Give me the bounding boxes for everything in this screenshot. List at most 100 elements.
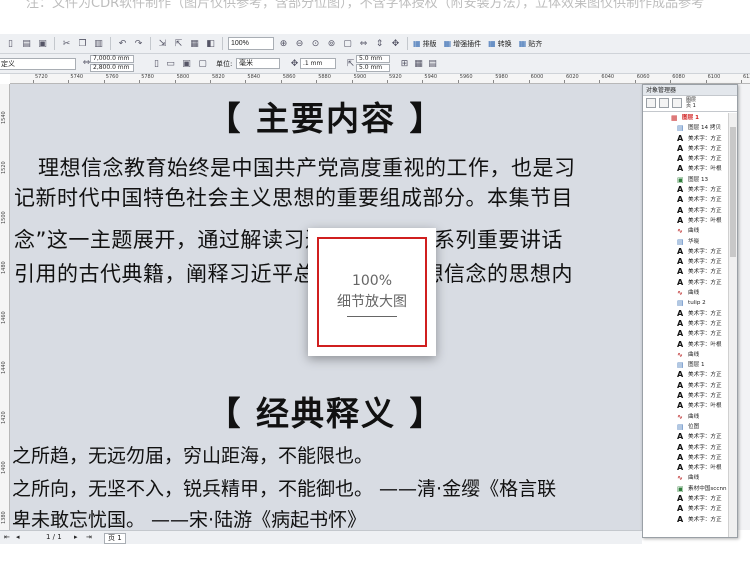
object-row[interactable]: A 美术字：方正: [643, 195, 729, 205]
object-row[interactable]: A 美术字：方正: [643, 144, 729, 154]
object-row[interactable]: A 美术字：方正: [643, 370, 729, 380]
text-object-icon: A: [677, 257, 684, 267]
pan-icon[interactable]: ✥: [389, 37, 402, 50]
snap-button[interactable]: ▦ 贴齐: [519, 39, 543, 49]
object-row[interactable]: ▣ 素材中国sccnn: [643, 484, 729, 494]
object-row[interactable]: A 美术字：方正: [643, 453, 729, 463]
redo-icon[interactable]: ↷: [132, 37, 145, 50]
export-icon[interactable]: ⇱: [172, 37, 185, 50]
object-row[interactable]: A 美术字：方正: [643, 257, 729, 267]
zoom-out-icon[interactable]: ⊖: [293, 37, 306, 50]
object-row[interactable]: A 美术字：方正: [643, 206, 729, 216]
object-row[interactable]: A 美术字：方正: [643, 309, 729, 319]
prev-page-icon[interactable]: ◂: [16, 533, 20, 541]
object-row[interactable]: A 美术字：叶根: [643, 216, 729, 226]
text-object-icon: A: [677, 195, 684, 205]
current-page-icon[interactable]: ▢: [196, 57, 209, 70]
last-page-icon[interactable]: ⇥: [86, 533, 92, 541]
convert-button[interactable]: ▦ 转换: [488, 39, 512, 49]
zoom-selected-icon[interactable]: ⊙: [309, 37, 322, 50]
publish-pdf-icon[interactable]: ▦: [188, 37, 201, 50]
zoom-width-icon[interactable]: ⇔: [357, 37, 370, 50]
zoom-level-select[interactable]: 100%: [228, 37, 274, 50]
object-row[interactable]: A 美术字：方正: [643, 267, 729, 277]
object-row[interactable]: A 美术字：方正: [643, 515, 729, 525]
duplicate-x-input[interactable]: 5.0 mm: [356, 55, 390, 63]
zoom-page-icon[interactable]: ▢: [341, 37, 354, 50]
snap-to-icon[interactable]: ⊞: [398, 57, 411, 70]
settings-icon[interactable]: ▤: [426, 57, 439, 70]
text-object-icon: A: [677, 504, 684, 514]
cut-icon[interactable]: ✂: [60, 37, 73, 50]
text-object-icon: A: [677, 308, 684, 318]
object-row[interactable]: A 美术字：方正: [643, 247, 729, 257]
object-tree: ▦ 图层 1 ▤ 图层 14 拷贝 A 美术字：方正 A 美术字：方正 A 美术字：方正 A 美术字：…: [643, 113, 729, 525]
zoom-height-icon[interactable]: ⇕: [373, 37, 386, 50]
page-tab-1[interactable]: 页 1: [104, 533, 126, 544]
import-icon[interactable]: ⇲: [156, 37, 169, 50]
arrange-button[interactable]: ▦ 排版: [413, 39, 437, 49]
object-row[interactable]: A 美术字：方正: [643, 154, 729, 164]
zoom-all-icon[interactable]: ⊚: [325, 37, 338, 50]
object-row[interactable]: ∿ 曲线: [643, 412, 729, 422]
object-row[interactable]: A 美术字：方正: [643, 504, 729, 514]
layer-row[interactable]: ▦ 图层 1: [643, 113, 729, 123]
object-row[interactable]: A 美术字：方正: [643, 278, 729, 288]
duplicate-y-input[interactable]: 5.0 mm: [356, 64, 390, 72]
paste-icon[interactable]: ▥: [92, 37, 105, 50]
object-row[interactable]: A 美术字：叶根: [643, 463, 729, 473]
object-row[interactable]: A 美术字：叶根: [643, 340, 729, 350]
object-row[interactable]: A 美术字：方正: [643, 329, 729, 339]
object-row[interactable]: ▤ 位图: [643, 422, 729, 432]
all-pages-icon[interactable]: ▣: [180, 57, 193, 70]
unit-select[interactable]: 毫米: [236, 58, 280, 69]
object-row[interactable]: A 美术字：方正: [643, 443, 729, 453]
options-icon[interactable]: ▦: [412, 57, 425, 70]
open-file-icon[interactable]: ▤: [20, 37, 33, 50]
object-row[interactable]: ▤ tulip 2: [643, 298, 729, 308]
object-row[interactable]: A 美术字：叶根: [643, 164, 729, 174]
page-preset-select[interactable]: 定义: [0, 58, 76, 70]
first-page-icon[interactable]: ⇤: [4, 533, 10, 541]
horizontal-ruler[interactable]: 5720 5740 5760 5780 5800 5820 5840 5860 5880 5900…: [10, 74, 750, 84]
page-height-input[interactable]: 2,800.0 mm: [90, 64, 134, 72]
object-row[interactable]: ∿ 曲线: [643, 350, 729, 360]
vertical-ruler[interactable]: 1540 1520 1500 1480 1460 1440 1420 1400 1380: [0, 84, 10, 530]
object-row[interactable]: ∿ 曲线: [643, 473, 729, 483]
object-row[interactable]: ▤ 华晓: [643, 237, 729, 247]
ruler-tick-label: 5940: [424, 74, 438, 80]
next-page-icon[interactable]: ▸: [74, 533, 78, 541]
object-row[interactable]: A 美术字：方正: [643, 381, 729, 391]
object-row[interactable]: A 美术字：方正: [643, 432, 729, 442]
layer-view-icon[interactable]: [646, 98, 656, 108]
nudge-input[interactable]: .1 mm: [300, 58, 336, 69]
object-row[interactable]: ▤ 图层 14 拷贝: [643, 123, 729, 133]
object-manager-scrollbar[interactable]: [728, 113, 737, 537]
object-row[interactable]: ▤ 图层 1: [643, 360, 729, 370]
undo-icon[interactable]: ↶: [116, 37, 129, 50]
edit-across-layers-icon[interactable]: [672, 98, 682, 108]
object-row[interactable]: A 美术字：方正: [643, 134, 729, 144]
object-row[interactable]: ∿ 曲线: [643, 226, 729, 236]
portrait-icon[interactable]: ▯: [150, 57, 163, 70]
object-row[interactable]: A 美术字：方正: [643, 391, 729, 401]
new-file-icon[interactable]: ▯: [4, 37, 17, 50]
copy-icon[interactable]: ❐: [76, 37, 89, 50]
layer-manager-icon[interactable]: [659, 98, 669, 108]
app-launcher-icon[interactable]: ◧: [204, 37, 217, 50]
object-row[interactable]: ∿ 曲线: [643, 288, 729, 298]
heading-classic-explanation: 【 经典释义 】: [207, 394, 445, 433]
object-row[interactable]: A 美术字：叶根: [643, 401, 729, 411]
plugin-button[interactable]: ▦ 增强插件: [444, 39, 482, 49]
save-icon[interactable]: ▣: [36, 37, 49, 50]
scrollbar-thumb[interactable]: [730, 127, 736, 257]
object-row[interactable]: A 美术字：方正: [643, 494, 729, 504]
page-width-input[interactable]: 7,000.0 mm: [90, 55, 134, 63]
object-row[interactable]: ▣ 图层 13: [643, 175, 729, 185]
ruler-tick-label: 1480: [1, 261, 7, 274]
zoom-in-icon[interactable]: ⊕: [277, 37, 290, 50]
object-row[interactable]: A 美术字：方正: [643, 185, 729, 195]
ruler-tick-label: 5880: [318, 74, 331, 80]
object-row[interactable]: A 美术字：方正: [643, 319, 729, 329]
landscape-icon[interactable]: ▭: [164, 57, 177, 70]
